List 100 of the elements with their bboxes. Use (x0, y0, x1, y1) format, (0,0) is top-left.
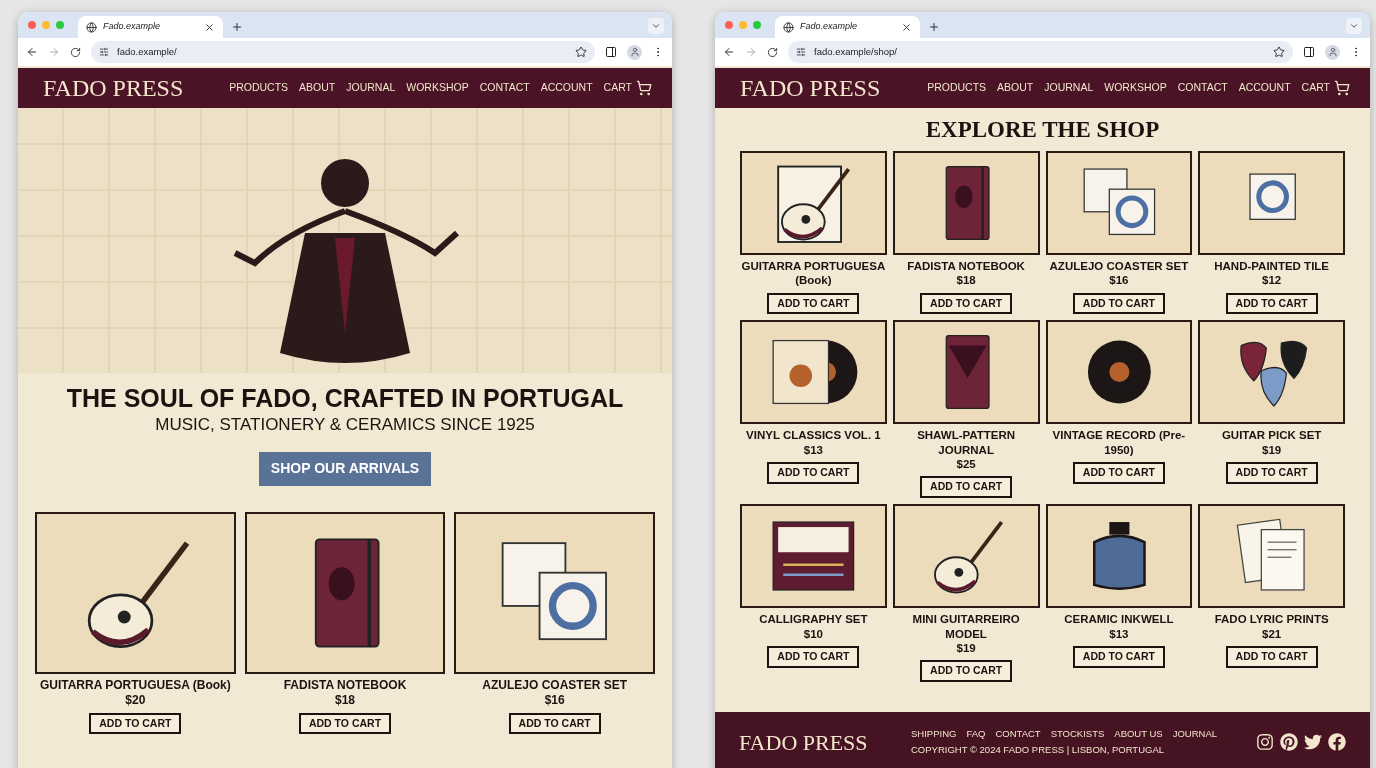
address-bar[interactable]: fado.example/ (91, 41, 595, 63)
bookmark-star-icon[interactable] (575, 46, 587, 58)
product-image[interactable] (740, 320, 887, 425)
product-image[interactable] (892, 150, 1040, 255)
product-image[interactable] (740, 150, 887, 255)
nav-link[interactable]: CONTACT (479, 80, 530, 96)
side-panel-icon[interactable] (1303, 46, 1315, 58)
close-icon[interactable] (901, 21, 912, 33)
product-price: $19 (1262, 442, 1282, 457)
add-to-cart-button[interactable]: ADD TO CART (767, 292, 860, 315)
chevron-down-icon (651, 21, 661, 31)
product-image[interactable] (1198, 320, 1345, 425)
product-name[interactable]: HAND-PAINTED TILE (1214, 258, 1329, 274)
add-to-cart-button[interactable]: ADD TO CART (1225, 292, 1318, 315)
p-logo-icon[interactable] (1280, 733, 1298, 751)
footer-link[interactable]: ABOUT US (1114, 726, 1163, 741)
product-name[interactable]: FADISTA NOTEBOOK (283, 677, 407, 693)
footer-link[interactable]: JOURNAL (1172, 726, 1218, 741)
profile-avatar-icon[interactable] (627, 44, 642, 60)
cart-link[interactable]: CART (603, 80, 652, 96)
nav-link[interactable]: ACCOUNT (540, 80, 593, 96)
add-to-cart-button[interactable]: ADD TO CART (1072, 645, 1165, 668)
footer-link[interactable]: STOCKISTS (1050, 726, 1105, 741)
bookmark-star-icon[interactable] (1273, 46, 1285, 58)
site-logo[interactable]: FADO PRESS (43, 70, 184, 106)
nav-link[interactable]: PRODUCTS (229, 80, 289, 96)
add-to-cart-button[interactable]: ADD TO CART (1072, 292, 1165, 315)
profile-avatar-icon[interactable] (1325, 44, 1340, 60)
footer-link[interactable]: FAQ (966, 726, 986, 741)
add-to-cart-button[interactable]: ADD TO CART (1072, 462, 1165, 484)
bird-icon[interactable] (1304, 733, 1322, 751)
product-image[interactable] (892, 504, 1040, 609)
nav-link[interactable]: CONTACT (1177, 80, 1228, 96)
address-bar[interactable]: fado.example/shop/ (788, 41, 1293, 63)
product-image[interactable] (1045, 150, 1193, 255)
browser-tab[interactable]: Fado.example (775, 16, 920, 38)
add-to-cart-button[interactable]: ADD TO CART (1225, 462, 1318, 484)
shop-arrivals-button[interactable]: SHOP OUR ARRIVALS (258, 451, 432, 486)
footer-link[interactable]: CONTACT (995, 726, 1041, 741)
new-tab-icon[interactable] (231, 21, 243, 33)
add-to-cart-button[interactable]: ADD TO CART (920, 476, 1013, 499)
f-logo-icon[interactable] (1328, 733, 1346, 751)
new-tab-icon[interactable] (928, 21, 940, 33)
product-name[interactable]: VINYL CLASSICS VOL. 1 (746, 428, 881, 443)
product-name[interactable]: FADO LYRIC PRINTS (1214, 612, 1329, 627)
product-image[interactable] (454, 511, 655, 674)
product-name[interactable]: CALLIGRAPHY SET (759, 612, 868, 627)
nav-link[interactable]: WORKSHOP (406, 80, 469, 96)
add-to-cart-button[interactable]: ADD TO CART (508, 712, 601, 735)
tab-title: Fado.example (103, 20, 162, 34)
product-image[interactable] (244, 511, 446, 674)
nav-link[interactable]: ABOUT (299, 80, 336, 96)
product-name[interactable]: CERAMIC INKWELL (1064, 612, 1174, 627)
hero-heading: THE SOUL OF FADO, CRAFTED IN PORTUGAL (65, 383, 625, 414)
product-name[interactable]: FADISTA NOTEBOOK (907, 258, 1025, 274)
product-image[interactable] (1198, 150, 1345, 255)
add-to-cart-button[interactable]: ADD TO CART (298, 712, 392, 735)
product-price: $16 (1109, 273, 1129, 288)
nav-link[interactable]: JOURNAL (1044, 80, 1094, 96)
site-settings-icon[interactable] (796, 47, 806, 57)
reload-icon[interactable] (70, 46, 81, 58)
product-image[interactable] (892, 320, 1040, 425)
product-image[interactable] (1198, 504, 1345, 609)
camera-icon[interactable] (1256, 733, 1274, 751)
hero-subheading: MUSIC, STATIONERY & CERAMICS SINCE 1925 (154, 414, 536, 436)
reload-icon[interactable] (767, 46, 778, 58)
add-to-cart-button[interactable]: ADD TO CART (920, 292, 1013, 315)
product-image[interactable] (1045, 504, 1193, 609)
nav-link[interactable]: PRODUCTS (927, 80, 987, 96)
side-panel-icon[interactable] (605, 46, 617, 58)
cart-icon (1334, 80, 1350, 96)
add-to-cart-button[interactable]: ADD TO CART (920, 660, 1013, 682)
footer-logo[interactable]: FADO PRESS (739, 725, 911, 759)
footer-link[interactable]: SHIPPING (911, 726, 957, 741)
nav-link[interactable]: ABOUT (997, 80, 1034, 96)
back-icon[interactable] (723, 46, 735, 58)
product-name[interactable]: AZULEJO COASTER SET (482, 677, 627, 693)
product-image[interactable] (35, 511, 236, 674)
product-image[interactable] (740, 504, 887, 609)
product-name[interactable]: GUITARRA PORTUGUESA (Book) (39, 677, 231, 693)
cart-link[interactable]: CART (1301, 80, 1350, 96)
product-name[interactable]: SHAWL-PATTERN JOURNAL (892, 428, 1040, 457)
nav-link[interactable]: JOURNAL (346, 80, 396, 96)
close-icon[interactable] (204, 21, 215, 33)
site-logo[interactable]: FADO PRESS (740, 70, 881, 106)
nav-link[interactable]: ACCOUNT (1238, 80, 1291, 96)
product-name[interactable]: GUITAR PICK SET (1221, 428, 1322, 443)
add-to-cart-button[interactable]: ADD TO CART (89, 712, 182, 735)
add-to-cart-button[interactable]: ADD TO CART (767, 462, 860, 484)
product-name[interactable]: MINI GUITARREIRO MODEL (892, 612, 1040, 641)
product-name[interactable]: AZULEJO COASTER SET (1049, 258, 1189, 274)
add-to-cart-button[interactable]: ADD TO CART (767, 645, 860, 668)
product-name[interactable]: GUITARRA PORTUGUESA (Book) (740, 258, 887, 288)
back-icon[interactable] (26, 46, 38, 58)
product-image[interactable] (1045, 320, 1193, 425)
site-settings-icon[interactable] (99, 47, 109, 57)
nav-link[interactable]: WORKSHOP (1104, 80, 1167, 96)
add-to-cart-button[interactable]: ADD TO CART (1225, 645, 1318, 668)
browser-tab[interactable]: Fado.example (78, 16, 223, 38)
product-name[interactable]: VINTAGE RECORD (Pre-1950) (1045, 428, 1193, 457)
